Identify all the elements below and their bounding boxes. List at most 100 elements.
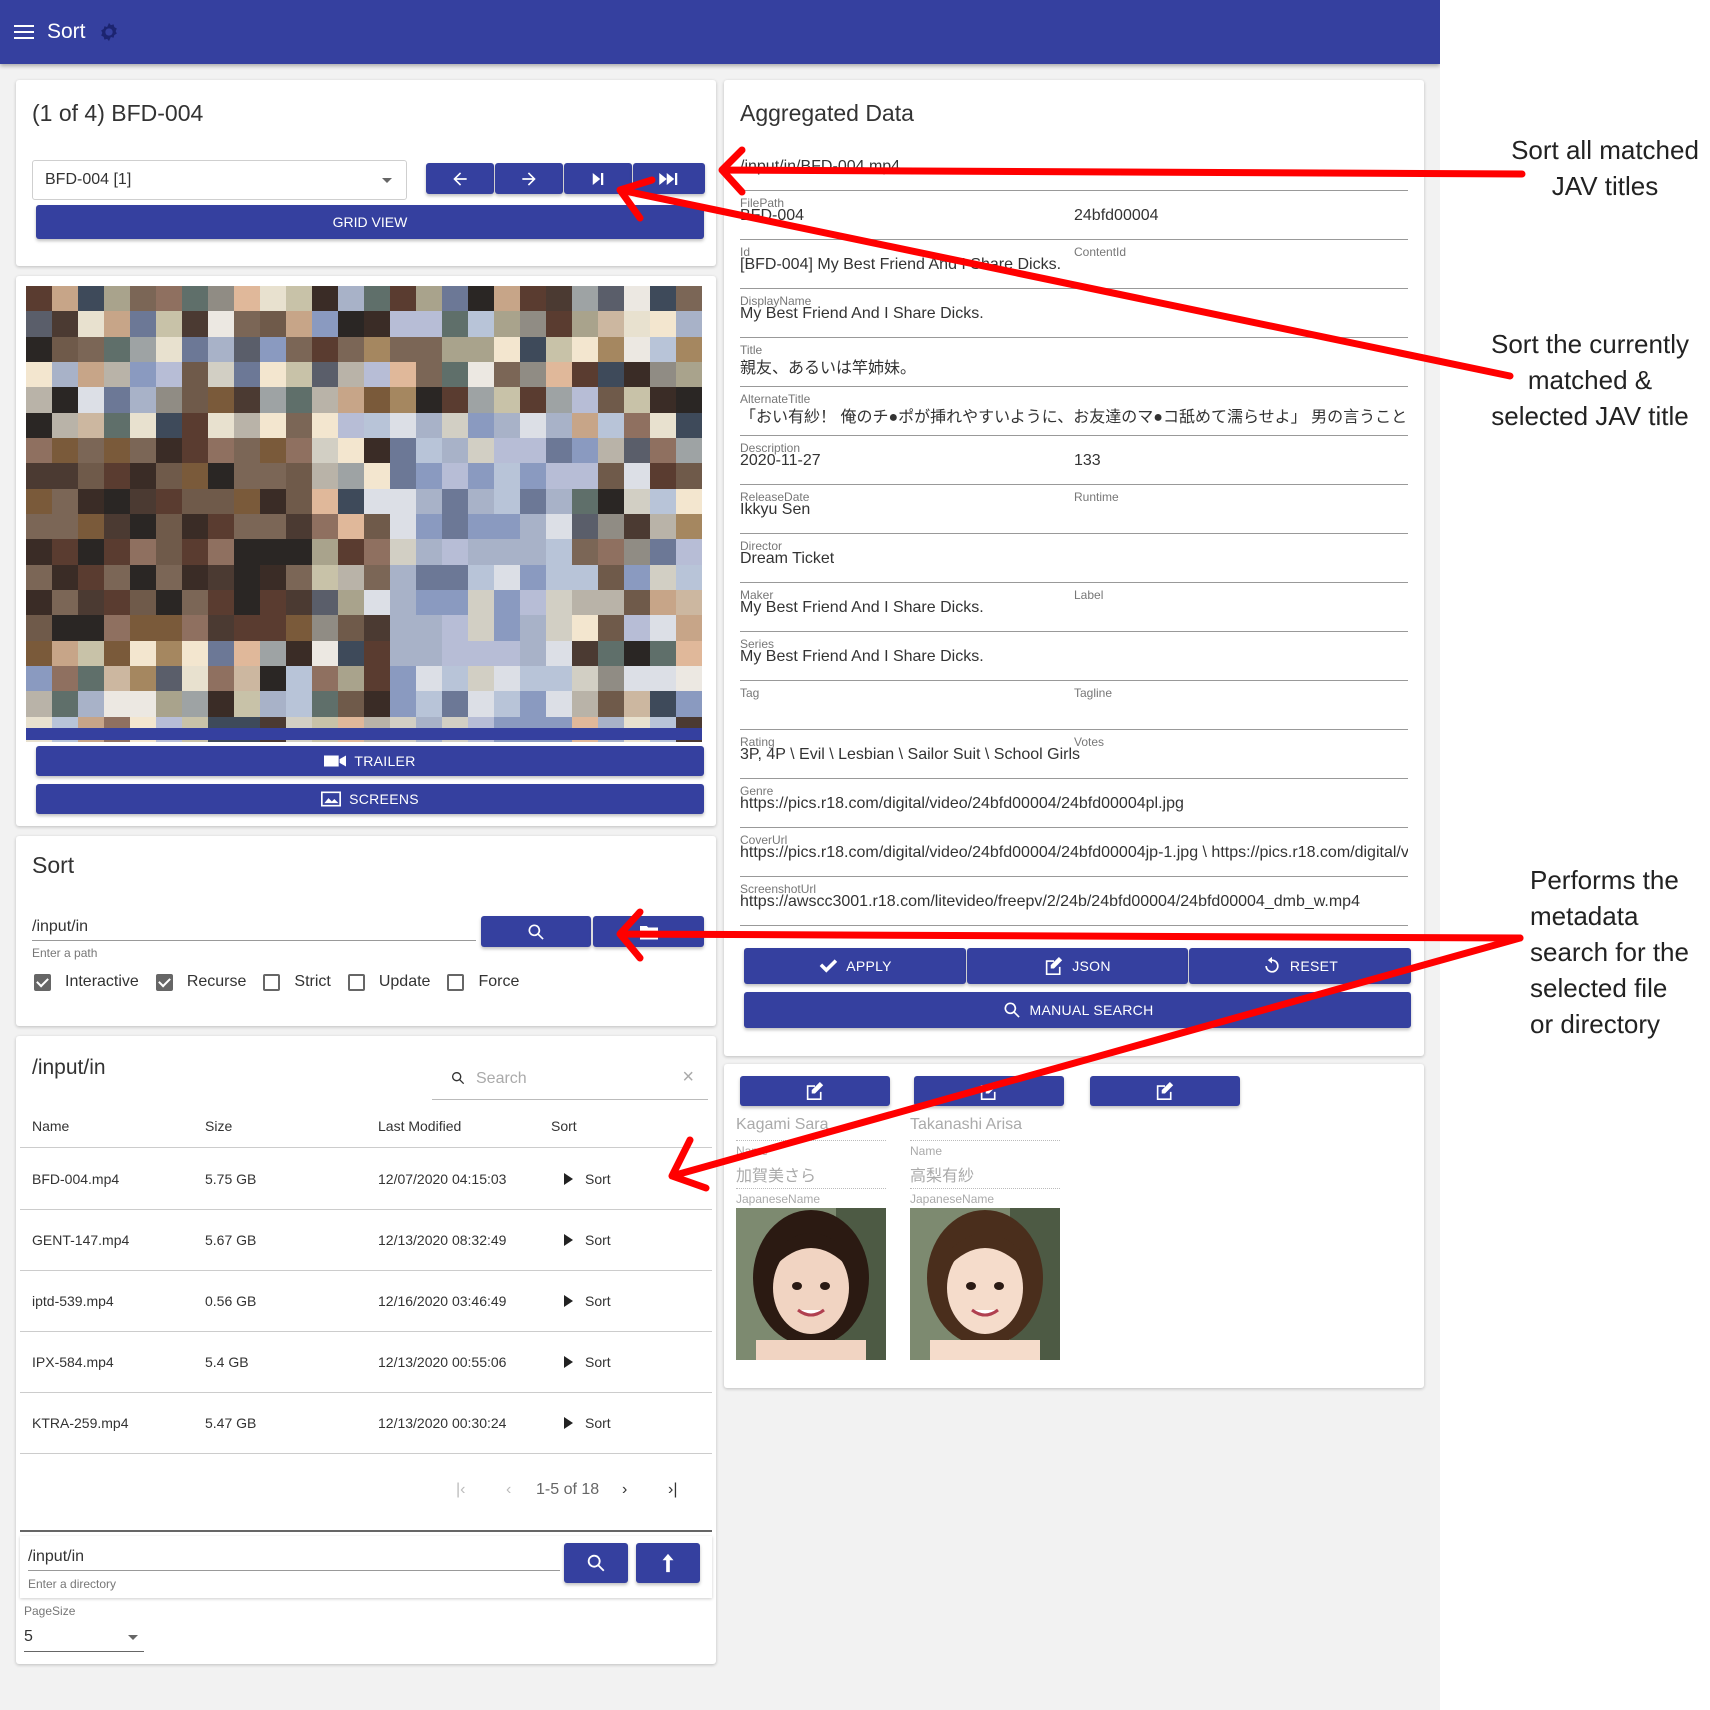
field-value[interactable]: BFD-004 xyxy=(740,207,804,225)
cover-pixel xyxy=(52,539,78,565)
reset-button[interactable]: RESET xyxy=(1189,948,1411,984)
directory-search-button[interactable] xyxy=(564,1543,628,1583)
column-last-modified[interactable]: Last Modified xyxy=(378,1118,461,1134)
table-row[interactable]: IPX-584.mp4 5.4 GB 12/13/2020 00:55:06 Sort xyxy=(20,1332,712,1393)
actress-photo xyxy=(736,1208,886,1360)
next-page-icon[interactable]: › xyxy=(622,1481,627,1499)
cell-size: 0.56 GB xyxy=(205,1293,257,1309)
interactive-checkbox[interactable] xyxy=(34,973,51,991)
actress-japanese-name[interactable]: 高梨有紗 xyxy=(910,1162,974,1186)
row-sort-button[interactable]: Sort xyxy=(564,1232,611,1248)
aggregated-field-row: 親友、あるいは竿姉妹。 AlternateTitle xyxy=(740,338,1408,406)
grid-view-button[interactable]: GRID VIEW xyxy=(36,205,704,239)
aggregated-field-row: https://pics.r18.com/digital/video/24bfd… xyxy=(740,828,1408,896)
cover-pixel xyxy=(130,311,156,337)
update-checkbox[interactable] xyxy=(347,973,365,991)
row-sort-button[interactable]: Sort xyxy=(564,1171,611,1187)
actress-japanese-name[interactable]: 加賀美さら xyxy=(736,1162,816,1186)
next-button[interactable] xyxy=(495,163,563,194)
field-value[interactable]: 3P, 4P \ Evil \ Lesbian \ Sailor Suit \ … xyxy=(740,746,1080,764)
gear-icon[interactable] xyxy=(98,21,120,43)
apply-button[interactable]: APPLY xyxy=(744,948,966,984)
manual-search-button[interactable]: MANUAL SEARCH xyxy=(744,992,1411,1028)
field-value[interactable]: 2020-11-27 xyxy=(740,452,821,470)
option-interactive[interactable]: Interactive xyxy=(34,973,139,991)
close-icon[interactable]: × xyxy=(682,1066,694,1089)
directory-up-button[interactable] xyxy=(636,1543,700,1583)
row-sort-button[interactable]: Sort xyxy=(564,1415,611,1431)
first-page-icon[interactable]: |‹ xyxy=(456,1481,465,1499)
cover-pixel xyxy=(260,691,286,717)
field-value-secondary[interactable]: 133 xyxy=(1074,452,1101,470)
field-value[interactable]: https://pics.r18.com/digital/video/24bfd… xyxy=(740,795,1184,813)
cover-pixel xyxy=(468,387,494,413)
field-value[interactable]: My Best Friend And I Share Dicks. xyxy=(740,648,984,666)
field-value[interactable]: /input/in/BFD-004.mp4 xyxy=(740,158,900,176)
last-page-icon[interactable]: ›| xyxy=(668,1481,677,1499)
previous-button[interactable] xyxy=(426,163,494,194)
trailer-button[interactable]: TRAILER xyxy=(36,746,704,776)
file-search[interactable]: Search × xyxy=(432,1052,708,1100)
cover-pixel xyxy=(234,286,260,312)
option-force[interactable]: Force xyxy=(447,973,519,991)
cover-pixel xyxy=(598,514,624,540)
strict-checkbox[interactable] xyxy=(263,973,281,991)
option-update[interactable]: Update xyxy=(347,973,430,991)
cover-pixel xyxy=(234,514,260,540)
browse-folder-button[interactable] xyxy=(593,916,704,947)
field-value-secondary[interactable]: 24bfd00004 xyxy=(1074,207,1159,225)
cover-pixel xyxy=(312,539,338,565)
field-value[interactable]: https://awscc3001.r18.com/litevideo/free… xyxy=(740,893,1360,911)
sort-all-button[interactable] xyxy=(633,163,705,194)
cover-pixel xyxy=(572,514,598,540)
cover-pixel xyxy=(468,362,494,388)
cover-pixel xyxy=(416,463,442,489)
field-value[interactable]: https://pics.r18.com/digital/video/24bfd… xyxy=(740,844,1408,862)
add-actress-edit-button[interactable] xyxy=(1090,1076,1240,1106)
column-size[interactable]: Size xyxy=(205,1118,232,1134)
cover-pixel xyxy=(364,590,390,616)
field-value[interactable]: 親友、あるいは竿姉妹。 xyxy=(740,354,916,378)
table-row[interactable]: BFD-004.mp4 5.75 GB 12/07/2020 04:15:03 Sor… xyxy=(20,1149,712,1210)
table-row[interactable]: GENT-147.mp4 5.67 GB 12/13/2020 08:32:49 So… xyxy=(20,1210,712,1271)
row-sort-button[interactable]: Sort xyxy=(564,1293,611,1309)
directory-input[interactable]: /input/in xyxy=(28,1548,560,1571)
edit-actress-button[interactable] xyxy=(914,1076,1064,1106)
option-strict[interactable]: Strict xyxy=(263,973,331,991)
cover-pixel xyxy=(364,387,390,413)
cover-pixel xyxy=(494,640,520,666)
cover-pixel xyxy=(546,438,572,464)
column-name[interactable]: Name xyxy=(32,1118,69,1134)
screens-button[interactable]: SCREENS xyxy=(36,784,704,814)
cover-pixel xyxy=(676,564,702,590)
row-sort-button[interactable]: Sort xyxy=(564,1354,611,1370)
sort-current-button[interactable] xyxy=(564,163,632,194)
cover-pixel xyxy=(130,564,156,590)
field-value[interactable]: Dream Ticket xyxy=(740,550,834,568)
table-row[interactable]: iptd-539.mp4 0.56 GB 12/16/2020 03:46:49 So… xyxy=(20,1271,712,1332)
field-value[interactable]: My Best Friend And I Share Dicks. xyxy=(740,599,984,617)
divider xyxy=(910,1140,1060,1141)
cover-pixel xyxy=(286,590,312,616)
page-size-select[interactable]: 5 xyxy=(24,1624,144,1652)
actress-name[interactable]: Takanashi Arisa xyxy=(910,1116,1022,1134)
path-input[interactable]: /input/in xyxy=(32,918,476,941)
aggregated-field-row: 3P, 4P \ Evil \ Lesbian \ Sailor Suit \ … xyxy=(740,730,1408,798)
force-checkbox[interactable] xyxy=(447,973,465,991)
field-value[interactable]: Ikkyu Sen xyxy=(740,501,810,519)
option-recurse[interactable]: Recurse xyxy=(155,973,246,991)
edit-actress-button[interactable] xyxy=(740,1076,890,1106)
json-button[interactable]: JSON xyxy=(967,948,1188,984)
cover-pixel xyxy=(104,387,130,413)
search-path-button[interactable] xyxy=(481,916,591,947)
field-value[interactable]: My Best Friend And I Share Dicks. xyxy=(740,305,984,323)
actress-name[interactable]: Kagami Sara xyxy=(736,1116,829,1134)
table-row[interactable]: KTRA-259.mp4 5.47 GB 12/13/2020 00:30:24 So… xyxy=(20,1393,712,1454)
field-value[interactable]: [BFD-004] My Best Friend And I Share Dic… xyxy=(740,256,1061,274)
recurse-checkbox[interactable] xyxy=(155,973,173,991)
cover-pixel xyxy=(156,640,182,666)
prev-page-icon[interactable]: ‹ xyxy=(506,1481,511,1499)
movie-select[interactable]: BFD-004 [1] xyxy=(32,160,407,200)
menu-icon[interactable] xyxy=(14,25,34,39)
field-value[interactable]: 「おい有紗！ 俺のチ●ポが挿れやすいように、お友達のマ●コ舐めて濡らせよ」 男の… xyxy=(740,403,1408,427)
